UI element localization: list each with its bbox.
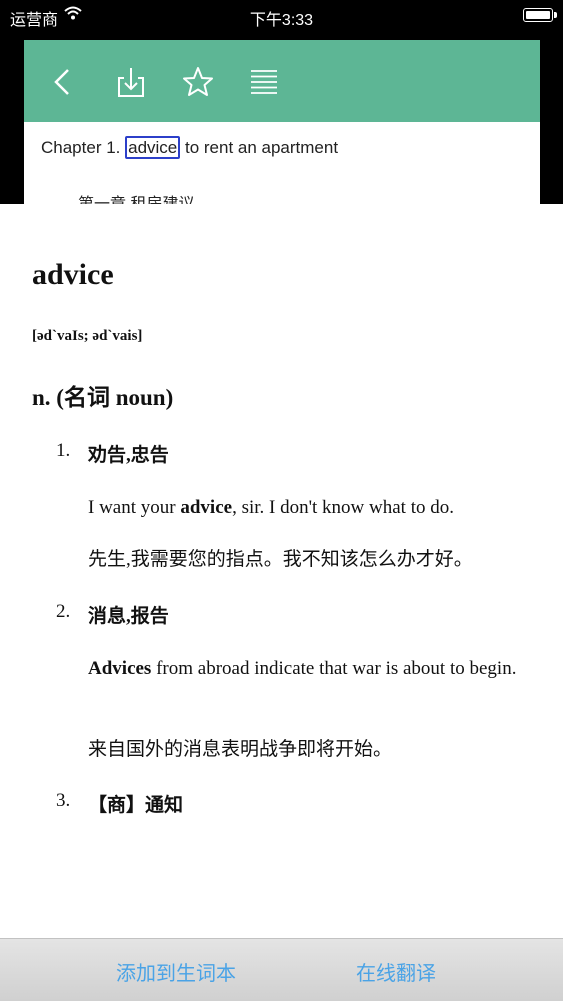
menu-button[interactable] bbox=[244, 62, 284, 102]
battery-icon bbox=[523, 8, 557, 22]
reader-toolbar bbox=[24, 40, 540, 122]
action-bar: 添加到生词本 在线翻译 bbox=[0, 938, 563, 1001]
status-bar: 运营商 下午3:33 bbox=[0, 0, 563, 32]
download-icon bbox=[118, 68, 144, 97]
chapter-suffix: to rent an apartment bbox=[180, 138, 339, 157]
example-translation: 先生,我需要您的指点。我不知该怎么办才好。 bbox=[88, 549, 473, 570]
chapter-title: Chapter 1. advice to rent an apartment bbox=[41, 136, 339, 159]
sense-title: 消息,报告 bbox=[88, 606, 169, 627]
sense-number: 3. bbox=[56, 790, 71, 811]
example-keyword: advice bbox=[180, 497, 233, 518]
example-translation: 来自国外的消息表明战争即将开始。 bbox=[88, 739, 393, 760]
back-button[interactable] bbox=[44, 62, 84, 102]
sense-title: 劝告,忠告 bbox=[88, 445, 169, 466]
reader-view: Chapter 1. advice to rent an apartment 第… bbox=[24, 40, 540, 215]
clock: 下午3:33 bbox=[249, 12, 314, 29]
sense-title: 【商】通知 bbox=[88, 795, 184, 816]
chapter-prefix: Chapter 1. bbox=[41, 138, 126, 157]
example-text: I want your bbox=[88, 497, 181, 518]
example-sentence: I want your advice, sir. I don't know wh… bbox=[88, 494, 528, 522]
headword: advice bbox=[32, 258, 114, 291]
favorite-button[interactable] bbox=[178, 62, 218, 102]
example-text: from abroad indicate that war is about t… bbox=[151, 658, 517, 679]
online-translate-button[interactable]: 在线翻译 bbox=[356, 957, 436, 986]
sense-number: 1. bbox=[56, 440, 71, 461]
selected-word[interactable]: advice bbox=[125, 136, 181, 159]
download-button[interactable] bbox=[111, 62, 151, 102]
example-sentence: Advices from abroad indicate that war is… bbox=[88, 655, 528, 683]
add-to-wordbook-button[interactable]: 添加到生词本 bbox=[116, 957, 236, 986]
phonetic: [əd`vaIs; əd`vais] bbox=[32, 328, 143, 344]
star-icon bbox=[183, 67, 213, 96]
part-of-speech: n. (名词 noun) bbox=[32, 385, 174, 410]
example-keyword: Advices bbox=[88, 658, 152, 679]
back-icon bbox=[54, 69, 69, 95]
menu-list-icon bbox=[251, 70, 277, 94]
dictionary-panel: advice [əd`vaIs; əd`vais] n. (名词 noun) 1… bbox=[0, 204, 563, 938]
sense-number: 2. bbox=[56, 601, 71, 622]
example-text: , sir. I don't know what to do. bbox=[232, 497, 454, 518]
